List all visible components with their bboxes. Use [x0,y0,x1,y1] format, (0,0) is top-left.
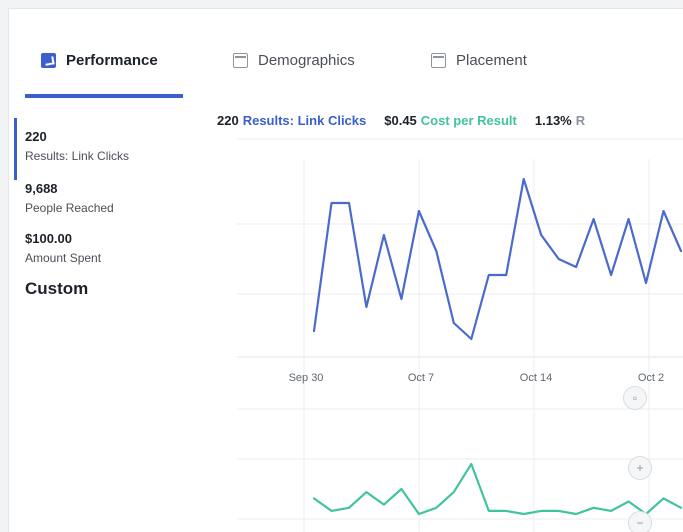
zoom-out-button[interactable]: − [628,511,652,532]
chart-grid [237,138,683,532]
insights-panel: Performance Demographics Placement 220 R… [8,8,683,532]
zoom-in-button[interactable]: + [628,456,652,480]
zoom-reset-button[interactable]: ▫ [623,386,647,410]
x-tick-label: Oct 7 [408,372,434,384]
series-line-cost-per-result [312,462,683,516]
x-tick-label: Oct 2 [638,372,664,384]
x-tick-label: Sep 30 [289,372,324,384]
series-line-link-clicks [312,177,683,341]
x-axis-ticks: Sep 30 Oct 7 Oct 14 Oct 2 [289,372,665,384]
x-tick-label: Oct 14 [520,372,552,384]
performance-chart: Sep 30 Oct 7 Oct 14 Oct 2 [237,138,683,532]
chart-lines [312,177,683,516]
